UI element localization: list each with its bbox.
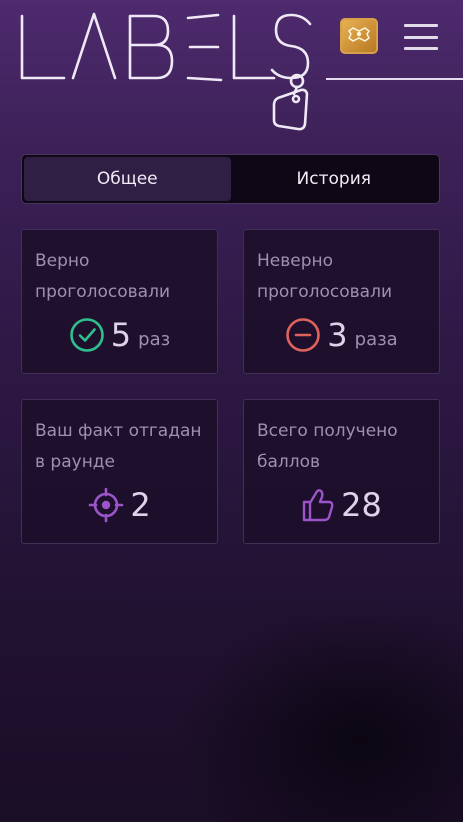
stat-unit: раз xyxy=(138,329,171,350)
labels-logo[interactable] xyxy=(18,10,328,135)
avatar[interactable] xyxy=(340,18,378,54)
tab-bar: Общее История xyxy=(21,154,440,204)
stat-label: Неверно проголосовали xyxy=(257,251,393,302)
stat-value-row: 28 xyxy=(244,486,439,524)
tag-icon xyxy=(272,73,309,131)
menu-button[interactable] xyxy=(404,22,438,52)
stat-number: 5 xyxy=(110,316,132,354)
stat-value-row: 5 раз xyxy=(22,316,217,354)
stat-number: 28 xyxy=(341,486,382,524)
tab-general[interactable]: Общее xyxy=(24,157,231,201)
stat-value-row: 3 раза xyxy=(244,316,439,354)
stat-label: Всего получено баллов xyxy=(257,421,398,472)
stat-unit: раза xyxy=(354,329,398,350)
minus-circle-icon xyxy=(286,318,321,352)
stat-card-wrong-votes: Неверно проголосовали 3 раза xyxy=(243,229,440,374)
check-circle-icon xyxy=(69,318,104,352)
stat-number: 3 xyxy=(327,316,348,354)
app-header xyxy=(0,0,463,140)
avatar-badge xyxy=(347,27,371,42)
crosshair-icon xyxy=(89,487,124,523)
tab-history[interactable]: История xyxy=(231,157,438,201)
stat-label: Ваш факт отгадан в раунде xyxy=(35,421,202,472)
stat-card-total-points: Всего получено баллов 28 xyxy=(243,399,440,544)
stat-card-fact-guessed-round: Ваш факт отгадан в раунде 2 xyxy=(21,399,218,544)
stat-card-correct-votes: Верно проголосовали 5 раз xyxy=(21,229,218,374)
thumbs-up-icon xyxy=(302,489,334,522)
stat-number: 2 xyxy=(130,486,151,524)
hamburger-icon xyxy=(404,24,438,27)
stat-label: Верно проголосовали xyxy=(35,251,171,302)
header-divider xyxy=(326,78,463,80)
stat-value-row: 2 xyxy=(22,486,217,524)
